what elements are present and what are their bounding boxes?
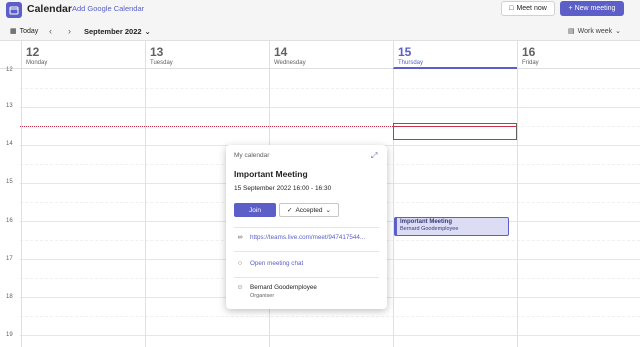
hour-label: 16 xyxy=(6,218,13,224)
divider xyxy=(234,227,379,228)
divider xyxy=(234,277,379,278)
today-label: Today xyxy=(19,27,39,35)
day-name: Friday xyxy=(522,60,539,66)
expand-icon[interactable]: ⤢ xyxy=(371,151,377,161)
person-icon: ☺ xyxy=(236,284,244,291)
view-label: Work week xyxy=(577,27,613,35)
meeting-link[interactable]: https://teams.live.com/meet/947417544... xyxy=(250,234,365,241)
chat-icon: ○ xyxy=(237,260,243,267)
popup-event-title: Important Meeting xyxy=(234,169,308,179)
day-header-wednesday[interactable]: 14 Wednesday xyxy=(269,41,393,69)
view-icon: ▤ xyxy=(568,28,575,35)
grid-line xyxy=(20,88,640,89)
new-meeting-button[interactable]: + New meeting xyxy=(560,1,624,16)
grid-line xyxy=(20,107,640,108)
day-number: 13 xyxy=(150,45,164,59)
day-number: 12 xyxy=(26,45,40,59)
chevron-down-icon: ⌄ xyxy=(325,207,331,214)
chevron-down-icon: ⌄ xyxy=(615,28,621,35)
popup-event-time: 15 September 2022 16:00 - 16:30 xyxy=(234,185,332,192)
top-bar: Calendar Add Google Calendar □ Meet now … xyxy=(0,0,640,20)
checkmark-icon: ✓ xyxy=(286,207,293,214)
day-header-row: 12 Monday 13 Tuesday 14 Wednesday 15 Thu… xyxy=(0,40,640,69)
day-header-tuesday[interactable]: 13 Tuesday xyxy=(145,41,269,69)
column-divider xyxy=(21,69,22,347)
meet-now-button[interactable]: □ Meet now xyxy=(501,1,555,16)
meeting-link-row[interactable]: ∞ https://teams.live.com/meet/947417544.… xyxy=(236,234,366,241)
event-organizer: Bernard Goodemployee xyxy=(400,226,459,232)
organizer-name: Bernard Goodemployee xyxy=(250,284,317,291)
column-divider xyxy=(393,69,394,347)
calendar-nav-bar: ▦ Today ‹ › September 2022 ⌄ ▤ Work week… xyxy=(0,22,640,40)
calendar-event[interactable]: Important Meeting Bernard Goodemployee xyxy=(394,217,509,236)
rsvp-label: Accepted xyxy=(295,206,323,214)
day-name: Thursday xyxy=(398,60,424,66)
next-week-chevron-icon[interactable]: › xyxy=(68,26,71,36)
event-details-popup: My calendar ⤢ Important Meeting 15 Septe… xyxy=(226,145,387,309)
link-icon: ∞ xyxy=(237,234,243,241)
day-header-thursday[interactable]: 15 Thursday xyxy=(393,41,517,69)
rsvp-dropdown[interactable]: ✓ Accepted ⌄ xyxy=(279,203,339,217)
day-name: Tuesday xyxy=(150,60,173,66)
day-number: 16 xyxy=(522,45,536,59)
hour-label: 18 xyxy=(6,294,13,300)
selected-time-slot[interactable] xyxy=(393,123,517,140)
view-switcher[interactable]: ▤ Work week ⌄ xyxy=(568,27,621,36)
today-button[interactable]: ▦ Today xyxy=(10,27,39,36)
day-header-friday[interactable]: 16 Friday xyxy=(517,41,640,69)
join-button[interactable]: Join xyxy=(234,203,276,217)
video-camera-icon: □ xyxy=(509,5,514,12)
day-number: 15 xyxy=(398,45,412,59)
meet-now-label: Meet now xyxy=(516,5,547,12)
calendar-icon: ▦ xyxy=(10,28,17,35)
chevron-down-icon: ⌄ xyxy=(144,27,151,36)
event-title: Important Meeting xyxy=(400,219,452,225)
new-meeting-label: + New meeting xyxy=(568,5,616,12)
hour-label: 13 xyxy=(6,103,13,109)
meeting-chat-row[interactable]: ○ Open meeting chat xyxy=(236,260,303,267)
organizer-row: ☺ Bernard Goodemployee xyxy=(236,284,317,291)
open-chat-link[interactable]: Open meeting chat xyxy=(250,260,303,267)
hour-label: 14 xyxy=(6,141,13,147)
app-title: Calendar xyxy=(27,3,72,15)
grid-line xyxy=(20,335,640,336)
day-name: Wednesday xyxy=(274,60,306,66)
hour-label: 12 xyxy=(6,67,13,73)
day-name: Monday xyxy=(26,60,48,66)
calendar-app-icon xyxy=(6,2,22,18)
month-label: September 2022 xyxy=(84,27,142,36)
column-divider xyxy=(517,69,518,347)
grid-line xyxy=(20,316,640,317)
column-divider xyxy=(145,69,146,347)
divider xyxy=(234,251,379,252)
organizer-role: Organiser xyxy=(250,293,275,299)
month-picker[interactable]: September 2022 ⌄ xyxy=(84,27,151,36)
previous-week-chevron-icon[interactable]: ‹ xyxy=(49,26,52,36)
add-google-calendar-link[interactable]: Add Google Calendar xyxy=(72,4,144,13)
day-number: 14 xyxy=(274,45,288,59)
hour-label: 19 xyxy=(6,332,13,338)
popup-calendar-name: My calendar xyxy=(234,152,270,159)
hour-label: 15 xyxy=(6,179,13,185)
day-header-monday[interactable]: 12 Monday xyxy=(21,41,145,69)
hour-label: 17 xyxy=(6,256,13,262)
